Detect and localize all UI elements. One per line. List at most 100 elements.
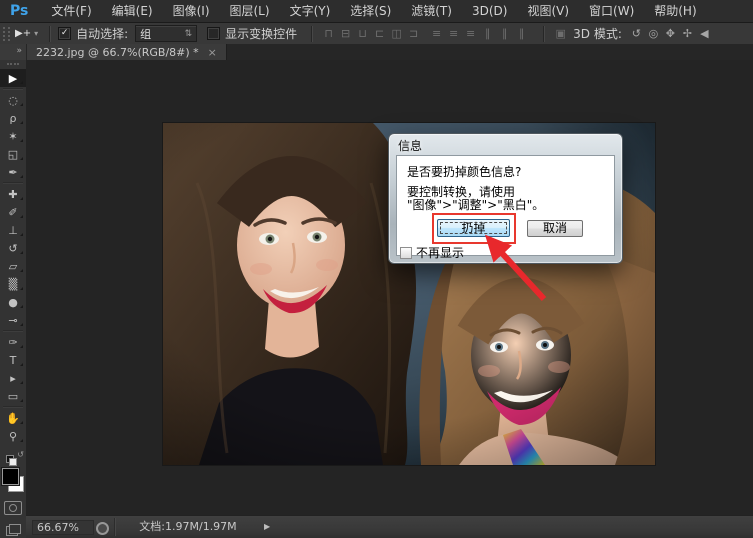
chevron-down-icon: ▾ xyxy=(34,29,38,38)
swap-colors-icon[interactable]: ↺ xyxy=(17,450,24,459)
menu-item-11[interactable]: 帮助(H) xyxy=(644,0,706,22)
dialog-title: 信息 xyxy=(398,137,422,154)
align-top-edges-icon: ⊓ xyxy=(320,25,337,43)
3d-scale-icon[interactable]: ◀ xyxy=(696,25,713,43)
tab-close-icon[interactable]: × xyxy=(208,46,217,59)
align-vertical-centers-icon: ⊟ xyxy=(337,25,354,43)
menu-item-2[interactable]: 编辑(E) xyxy=(102,0,163,22)
menu-item-8[interactable]: 3D(D) xyxy=(462,0,517,22)
photoshop-logo: Ps xyxy=(0,3,41,19)
menu-items: 文件(F)编辑(E)图像(I)图层(L)文字(Y)选择(S)滤镜(T)3D(D)… xyxy=(41,0,706,22)
menu-item-9[interactable]: 视图(V) xyxy=(517,0,579,22)
menu-bar: Ps 文件(F)编辑(E)图像(I)图层(L)文字(Y)选择(S)滤镜(T)3D… xyxy=(0,0,753,23)
pen-tool[interactable]: ✑ xyxy=(0,333,26,351)
zoom-tool[interactable]: ⚲ xyxy=(0,427,26,445)
crop-tool[interactable]: ◱ xyxy=(0,145,26,163)
menu-item-1[interactable]: 文件(F) xyxy=(41,0,101,22)
options-separator xyxy=(49,26,51,42)
distribute-horizontal-centers-icon: ∥ xyxy=(496,25,513,43)
panel-drag-dots[interactable] xyxy=(7,63,19,67)
3d-mode-label: 3D 模式: xyxy=(573,25,622,42)
tools-panel: ▶◌ρ✶◱✒✚✐⊥↺▱▒●⊸✑T▸▭✋⚲ ↺ xyxy=(0,60,26,538)
eyedropper-tool[interactable]: ✒ xyxy=(0,163,26,181)
brush-tool[interactable]: ✐ xyxy=(0,203,26,221)
menu-item-7[interactable]: 滤镜(T) xyxy=(401,0,462,22)
dialog-hint-text-2: "图像">"调整">"黑白"。 xyxy=(407,196,544,213)
path-selection-tool[interactable]: ▸ xyxy=(0,369,26,387)
document-tab-title: 2232.jpg @ 66.7%(RGB/8#) * xyxy=(36,46,199,59)
distribute-bottom-edges-icon: ≡ xyxy=(462,25,479,43)
status-clock-icon xyxy=(96,522,109,535)
quick-selection-tool[interactable]: ✶ xyxy=(0,127,26,145)
distribute-icons-group: ≡≡≡∥∥∥ xyxy=(428,25,530,43)
toolbar-separator xyxy=(3,182,23,184)
move-tool-icon: ▶+ xyxy=(15,28,31,39)
3d-mode-icons-group: ↺◎✥✢◀ xyxy=(628,25,713,43)
show-transform-checkbox[interactable] xyxy=(207,27,220,40)
3d-rotate-icon[interactable]: ↺ xyxy=(628,25,645,43)
dont-show-label: 不再显示 xyxy=(416,244,464,261)
canvas-area xyxy=(26,60,753,515)
healing-brush-tool[interactable]: ✚ xyxy=(0,185,26,203)
distribute-right-edges-icon: ∥ xyxy=(513,25,530,43)
toolbar-separator xyxy=(3,88,23,90)
document-size-field: 文档:1.97M/1.97M xyxy=(118,520,258,534)
dont-show-row: 不再显示 xyxy=(400,244,464,261)
options-separator xyxy=(543,26,545,42)
menu-item-3[interactable]: 图像(I) xyxy=(163,0,220,22)
options-separator xyxy=(311,26,313,42)
move-tool[interactable]: ▶ xyxy=(0,69,26,87)
distribute-top-edges-icon: ≡ xyxy=(428,25,445,43)
quick-mask-button[interactable] xyxy=(4,501,22,515)
history-brush-tool[interactable]: ↺ xyxy=(0,239,26,257)
dialog-content: 是否要扔掉颜色信息? 要控制转换，请使用 "图像">"调整">"黑白"。 扔掉 … xyxy=(396,155,615,256)
3d-slide-icon[interactable]: ✢ xyxy=(679,25,696,43)
menu-item-5[interactable]: 文字(Y) xyxy=(280,0,341,22)
blur-tool[interactable]: ● xyxy=(0,293,26,311)
show-transform-label: 显示变换控件 xyxy=(225,25,297,42)
align-right-edges-icon: ⊐ xyxy=(405,25,422,43)
document-tab[interactable]: 2232.jpg @ 66.7%(RGB/8#) * × xyxy=(27,44,227,60)
status-bar: 66.67% 文档:1.97M/1.97M ▶ xyxy=(26,515,753,538)
tool-preset-picker[interactable]: ▶+ ▾ xyxy=(15,28,38,39)
status-divider xyxy=(114,518,116,536)
zoom-level-field[interactable]: 66.67% xyxy=(32,520,94,535)
menu-item-10[interactable]: 窗口(W) xyxy=(579,0,644,22)
dont-show-checkbox[interactable] xyxy=(400,247,412,259)
dodge-tool[interactable]: ⊸ xyxy=(0,311,26,329)
toolbar-separator xyxy=(3,330,23,332)
3d-roll-icon[interactable]: ◎ xyxy=(645,25,662,43)
screen-mode-button[interactable] xyxy=(6,524,21,536)
auto-align-layers-icon: ▣ xyxy=(552,25,569,43)
default-colors-icon[interactable]: ↺ xyxy=(6,453,20,463)
3d-drag-icon[interactable]: ✥ xyxy=(662,25,679,43)
align-left-edges-icon: ⊏ xyxy=(371,25,388,43)
auto-select-target-dropdown[interactable]: 组 ⇅ xyxy=(135,25,197,42)
align-bottom-edges-icon: ⊔ xyxy=(354,25,371,43)
auto-select-checkbox[interactable]: ✓ xyxy=(58,27,71,40)
photoshop-window: Ps 文件(F)编辑(E)图像(I)图层(L)文字(Y)选择(S)滤镜(T)3D… xyxy=(0,0,753,538)
eraser-tool[interactable]: ▱ xyxy=(0,257,26,275)
auto-select-label: 自动选择: xyxy=(76,25,128,42)
color-swatches xyxy=(2,468,24,492)
align-icons-group: ⊓⊟⊔⊏◫⊐ xyxy=(320,25,422,43)
shape-tool[interactable]: ▭ xyxy=(0,387,26,405)
cancel-button[interactable]: 取消 xyxy=(527,220,583,237)
menu-item-4[interactable]: 图层(L) xyxy=(220,0,280,22)
toolbar-collapse-button[interactable]: » xyxy=(0,44,26,60)
lasso-tool[interactable]: ρ xyxy=(0,109,26,127)
marquee-tool[interactable]: ◌ xyxy=(0,91,26,109)
options-bar-grip[interactable] xyxy=(3,27,10,41)
foreground-color-swatch[interactable] xyxy=(2,468,19,485)
menu-item-6[interactable]: 选择(S) xyxy=(340,0,401,22)
dropdown-value: 组 xyxy=(140,26,151,42)
type-tool[interactable]: T xyxy=(0,351,26,369)
gradient-tool[interactable]: ▒ xyxy=(0,275,26,293)
annotation-highlight-box xyxy=(432,213,516,244)
dialog-question-text: 是否要扔掉颜色信息? xyxy=(407,163,521,180)
status-expand-button[interactable]: ▶ xyxy=(264,522,270,531)
clone-stamp-tool[interactable]: ⊥ xyxy=(0,221,26,239)
options-bar: ▶+ ▾ ✓ 自动选择: 组 ⇅ 显示变换控件 ⊓⊟⊔⊏◫⊐ ≡≡≡∥∥∥ ▣ … xyxy=(0,23,753,45)
hand-tool[interactable]: ✋ xyxy=(0,409,26,427)
distribute-vertical-centers-icon: ≡ xyxy=(445,25,462,43)
